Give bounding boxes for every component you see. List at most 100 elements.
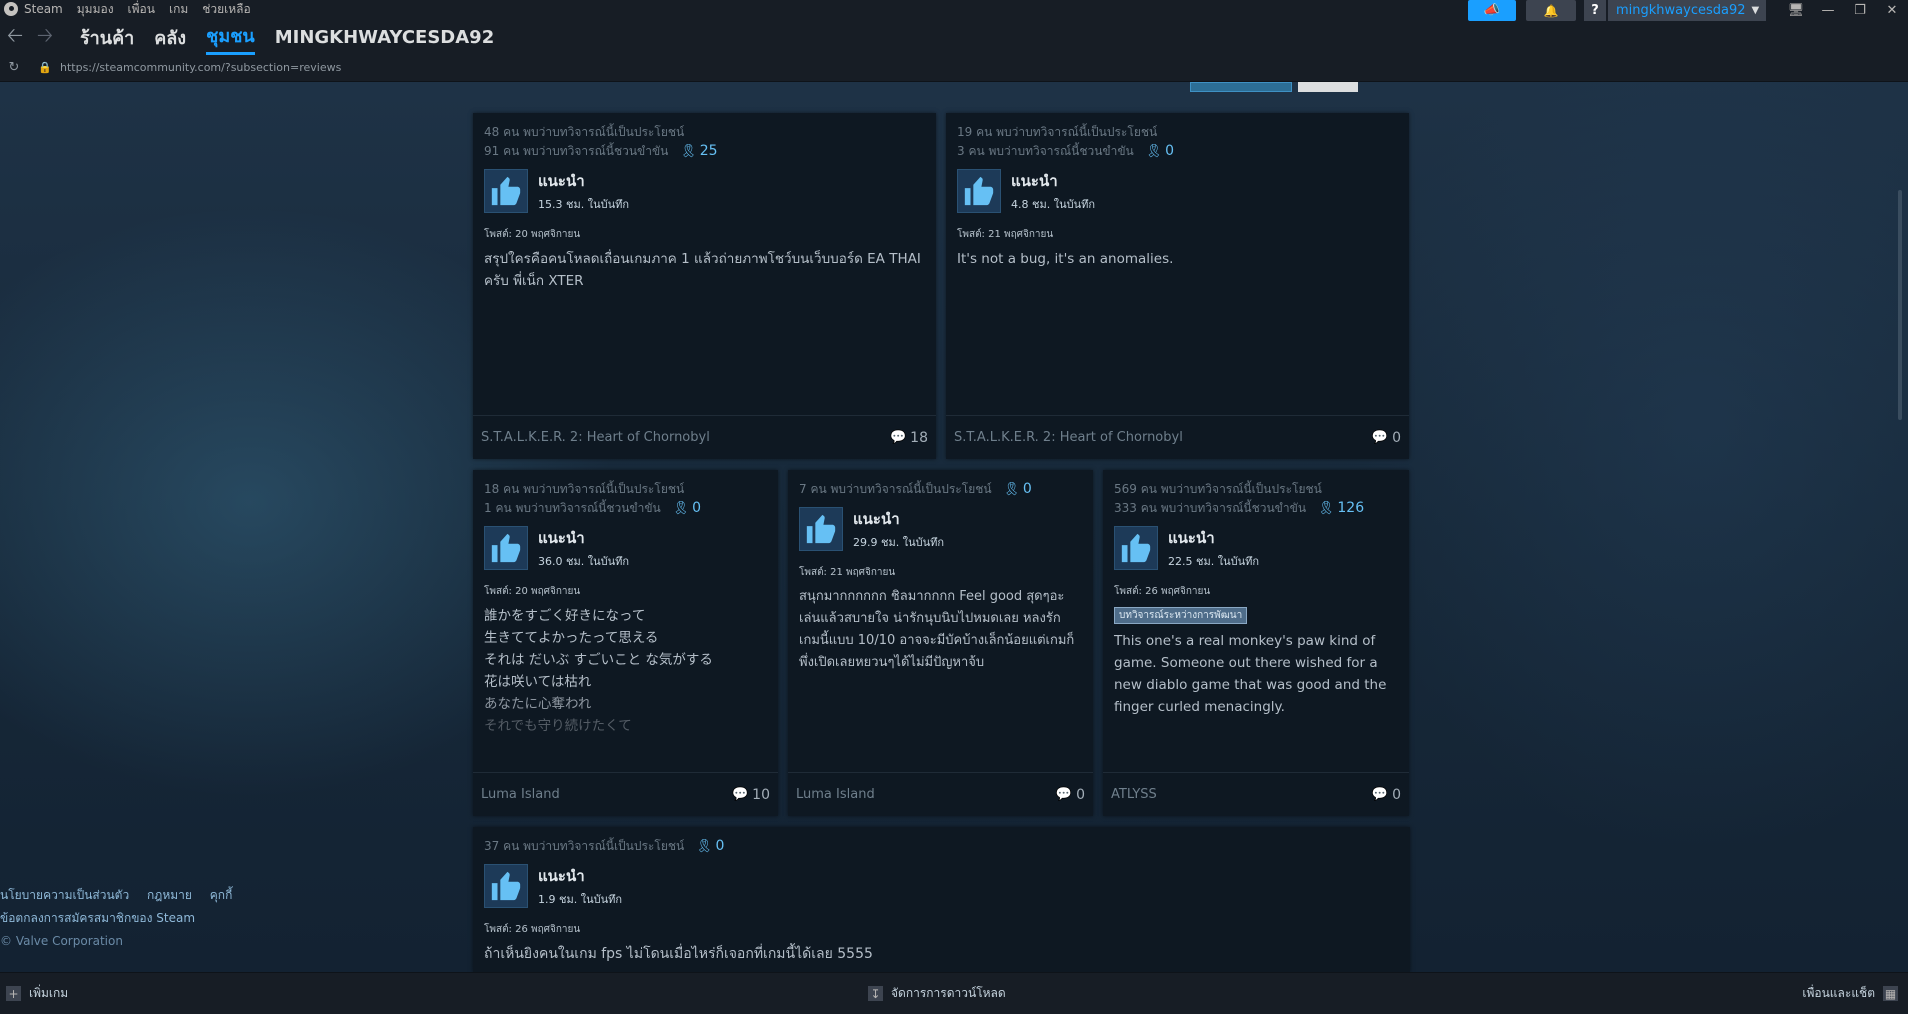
ssa-link[interactable]: ข้อตกลงการสมัครสมาชิกของ Steam xyxy=(0,911,195,925)
comment-bubble-icon: 💬 xyxy=(1055,787,1073,802)
tab-sort-other[interactable] xyxy=(1298,82,1358,92)
game-title[interactable]: Luma Island xyxy=(481,787,560,802)
legal-links: นโยบายความเป็นส่วนตัว กฎหมาย คุกกี้ ข้อต… xyxy=(0,884,246,953)
monitor-icon[interactable]: 🖥 xyxy=(1780,0,1812,21)
posted-date: โพสต์: 21 พฤศจิกายน xyxy=(957,229,1054,240)
game-title[interactable]: ATLYSS xyxy=(1111,787,1157,802)
comment-bubble-icon: 💬 xyxy=(731,787,749,802)
legal-link[interactable]: กฎหมาย xyxy=(147,888,192,902)
review-card[interactable]: 569 คน พบว่าบทวิจารณ์นี้เป็นประโยชน์ 333… xyxy=(1103,470,1409,816)
helpful-count: 18 คน พบว่าบทวิจารณ์นี้เป็นประโยชน์ xyxy=(484,482,685,496)
review-text: It's not a bug, it's an anomalies. xyxy=(957,251,1174,267)
funny-count: 3 คน พบว่าบทวิจารณ์นี้ชวนขำขัน xyxy=(957,144,1134,158)
early-access-badge: บทวิจารณ์ระหว่างการพัฒนา xyxy=(1114,607,1248,624)
menu-help[interactable]: ช่วยเหลือ xyxy=(202,0,251,19)
tab-sort-active[interactable] xyxy=(1190,82,1292,92)
menu-games[interactable]: เกม xyxy=(169,0,188,19)
downloads-button[interactable]: ↧ จัดการการดาวน์โหลด xyxy=(868,984,1006,1003)
funny-count: 333 คน พบว่าบทวิจารณ์นี้ชวนขำขัน xyxy=(1114,501,1307,515)
recommendation-label: แนะนำ xyxy=(538,172,585,190)
nav-community[interactable]: ชุมชน xyxy=(206,21,255,55)
award-ribbon-icon: 🎗 xyxy=(1145,144,1163,159)
comment-bubble-icon: 💬 xyxy=(889,430,907,445)
helpful-count: 569 คน พบว่าบทวิจารณ์นี้เป็นประโยชน์ xyxy=(1114,482,1322,496)
posted-date: โพสต์: 26 พฤศจิกายน xyxy=(484,924,581,935)
menu-bar: Steam มุมมอง เพื่อน เกม ช่วยเหลือ xyxy=(0,0,265,18)
award-ribbon-icon: 🎗 xyxy=(1003,482,1020,497)
comment-count[interactable]: 💬 0 xyxy=(1056,787,1085,803)
friends-chat-button[interactable]: เพื่อนและแช็ต ▦ xyxy=(1802,984,1898,1003)
funny-count: 1 คน พบว่าบทวิจารณ์นี้ชวนขำขัน xyxy=(484,501,661,515)
add-icon: + xyxy=(6,986,21,1001)
review-footer: S.T.A.L.K.E.R. 2: Heart of Chornobyl 💬 0 xyxy=(946,415,1409,459)
comment-count[interactable]: 💬 0 xyxy=(1372,787,1401,803)
game-title[interactable]: Luma Island xyxy=(796,787,875,802)
address-bar: ↻ 🔒 https://steamcommunity.com/?subsecti… xyxy=(0,58,342,76)
title-bar: Steam มุมมอง เพื่อน เกม ช่วยเหลือ 🡠 🡢 ร้… xyxy=(0,0,1908,82)
nav-store[interactable]: ร้านค้า xyxy=(80,23,134,54)
privacy-link[interactable]: นโยบายความเป็นส่วนตัว xyxy=(0,888,129,902)
hours-on-record: 15.3 ชม. ในบันทึก xyxy=(538,198,630,211)
comment-count[interactable]: 💬 18 xyxy=(890,430,928,446)
award-ribbon-icon: 🎗 xyxy=(1317,501,1335,516)
nav-username[interactable]: MINGKHWAYCESDA92 xyxy=(275,27,495,50)
minimize-icon[interactable]: — xyxy=(1812,0,1844,21)
review-footer: Luma Island 💬 10 xyxy=(473,772,778,816)
nav-library[interactable]: คลัง xyxy=(154,23,186,54)
comment-count[interactable]: 💬 0 xyxy=(1372,430,1401,446)
cookies-link[interactable]: คุกกี้ xyxy=(210,888,233,902)
award-count[interactable]: 🎗 0 xyxy=(1146,143,1174,159)
back-arrow-icon[interactable]: 🡠 xyxy=(0,21,30,55)
review-card[interactable]: 19 คน พบว่าบทวิจารณ์นี้เป็นประโยชน์ 3 คน… xyxy=(946,113,1409,459)
game-title[interactable]: S.T.A.L.K.E.R. 2: Heart of Chornobyl xyxy=(954,430,1183,445)
thumbs-up-icon xyxy=(484,864,528,908)
friends-icon: ▦ xyxy=(1883,986,1898,1001)
menu-steam[interactable]: Steam xyxy=(24,2,63,16)
thumbs-up-icon xyxy=(799,507,843,551)
chevron-down-icon: ▼ xyxy=(1751,5,1760,16)
game-title[interactable]: S.T.A.L.K.E.R. 2: Heart of Chornobyl xyxy=(481,430,710,445)
review-card[interactable]: 7 คน พบว่าบทวิจารณ์นี้เป็นประโยชน์ 🎗 0 แน… xyxy=(788,470,1093,816)
review-footer: S.T.A.L.K.E.R. 2: Heart of Chornobyl 💬 18 xyxy=(473,415,936,459)
recommendation-label: แนะนำ xyxy=(538,529,585,547)
restore-icon[interactable]: ❐ xyxy=(1844,0,1876,21)
hours-on-record: 4.8 ชม. ในบันทึก xyxy=(1011,198,1096,211)
close-icon[interactable]: ✕ xyxy=(1876,0,1908,21)
award-count[interactable]: 🎗 126 xyxy=(1318,500,1364,516)
scrollbar[interactable] xyxy=(1898,190,1902,420)
award-count[interactable]: 🎗 0 xyxy=(696,838,724,854)
comment-bubble-icon: 💬 xyxy=(1371,430,1389,445)
award-count[interactable]: 🎗 0 xyxy=(673,500,701,516)
download-icon: ↧ xyxy=(868,986,883,1001)
bottom-bar: + เพิ่มเกม ↧ จัดการการดาวน์โหลด เพื่อนแล… xyxy=(0,972,1908,1014)
review-card[interactable]: 48 คน พบว่าบทวิจารณ์นี้เป็นประโยชน์ 91 ค… xyxy=(473,113,936,459)
review-card[interactable]: 18 คน พบว่าบทวิจารณ์นี้เป็นประโยชน์ 1 คน… xyxy=(473,470,778,816)
account-menu-button[interactable]: mingkhwaycesda92 ▼ xyxy=(1608,0,1766,21)
menu-friends[interactable]: เพื่อน xyxy=(128,0,155,19)
bell-icon[interactable]: 🔔 xyxy=(1526,0,1576,21)
main-nav: 🡠 🡢 ร้านค้า คลัง ชุมชน MINGKHWAYCESDA92 xyxy=(0,21,495,55)
megaphone-icon[interactable]: 📣 xyxy=(1468,0,1516,21)
recommendation-label: แนะนำ xyxy=(853,510,900,528)
copyright: © Valve Corporation xyxy=(0,934,123,948)
review-footer: Luma Island 💬 0 xyxy=(788,772,1093,816)
review-card[interactable]: 37 คน พบว่าบทวิจารณ์นี้เป็นประโยชน์ 🎗 0 แ… xyxy=(473,827,1410,972)
comment-count[interactable]: 💬 10 xyxy=(732,787,770,803)
recommendation-label: แนะนำ xyxy=(538,867,585,885)
url-text[interactable]: https://steamcommunity.com/?subsection=r… xyxy=(60,61,341,74)
thumbs-up-icon xyxy=(957,169,1001,213)
menu-view[interactable]: มุมมอง xyxy=(77,0,114,19)
award-count[interactable]: 🎗 25 xyxy=(680,143,717,159)
award-count[interactable]: 🎗 0 xyxy=(1003,481,1031,497)
helpful-count: 7 คน พบว่าบทวิจารณ์นี้เป็นประโยชน์ xyxy=(799,482,992,496)
hours-on-record: 36.0 ชม. ในบันทึก xyxy=(538,555,630,568)
help-icon[interactable]: ? xyxy=(1584,0,1606,21)
review-footer: ATLYSS 💬 0 xyxy=(1103,772,1409,816)
steam-logo-icon[interactable] xyxy=(4,2,18,16)
reload-icon[interactable]: ↻ xyxy=(0,60,28,75)
review-text: สนุกมากกกกกก ชิลมากกกก Feel good สุดๆอะ … xyxy=(799,589,1075,670)
helpful-count: 19 คน พบว่าบทวิจารณ์นี้เป็นประโยชน์ xyxy=(957,125,1158,139)
forward-arrow-icon[interactable]: 🡢 xyxy=(30,21,60,55)
add-game-button[interactable]: + เพิ่มเกม xyxy=(6,984,68,1003)
add-game-label: เพิ่มเกม xyxy=(29,986,69,1000)
